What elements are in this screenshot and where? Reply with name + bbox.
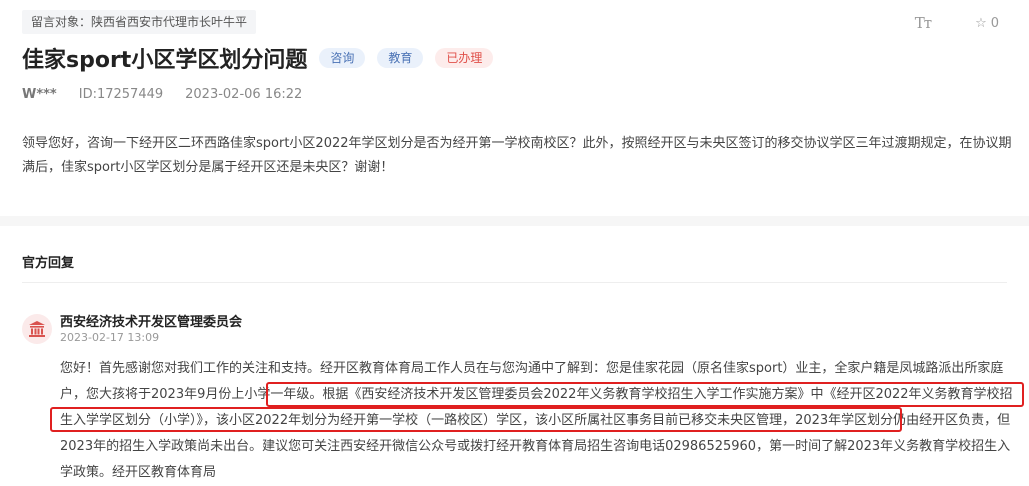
- author-name: W***: [22, 87, 57, 102]
- government-building-icon: [22, 314, 52, 344]
- tag-education[interactable]: 教育: [377, 48, 424, 68]
- tag-consult[interactable]: 咨询: [319, 48, 366, 68]
- reply-org-name: 西安经济技术开发区管理委员会: [60, 315, 243, 330]
- section-divider: [0, 216, 1029, 226]
- star-icon: ☆: [975, 15, 987, 31]
- message-id: ID:17257449: [78, 87, 164, 102]
- message-title: 佳家sport小区学区划分问题: [22, 48, 308, 73]
- highlight-annotation-box: [266, 382, 1024, 407]
- highlight-annotation-box: [50, 407, 902, 432]
- font-size-icon[interactable]: Tт: [915, 14, 932, 32]
- message-content: 领导您好，咨询一下经开区二环西路佳家sport小区2022年学区划分是否为经开第…: [22, 136, 1012, 175]
- reply-section-title: 官方回复: [22, 256, 75, 271]
- favorite-count: 0: [990, 15, 999, 31]
- message-datetime: 2023-02-06 16:22: [185, 87, 303, 102]
- toolbar: Tт ☆ 0: [915, 14, 999, 32]
- reply-header-divider: [22, 282, 1007, 283]
- message-meta: W*** ID:17257449 2023-02-06 16:22: [22, 87, 302, 102]
- title-row: 佳家sport小区学区划分问题 咨询 教育 已办理: [22, 42, 494, 74]
- tag-status-processed: 已办理: [435, 48, 494, 68]
- reply-date: 2023-02-17 13:09: [60, 331, 160, 344]
- message-target-label: 留言对象：陕西省西安市代理市长叶牛平: [22, 10, 257, 34]
- favorite-button[interactable]: ☆ 0: [975, 16, 999, 31]
